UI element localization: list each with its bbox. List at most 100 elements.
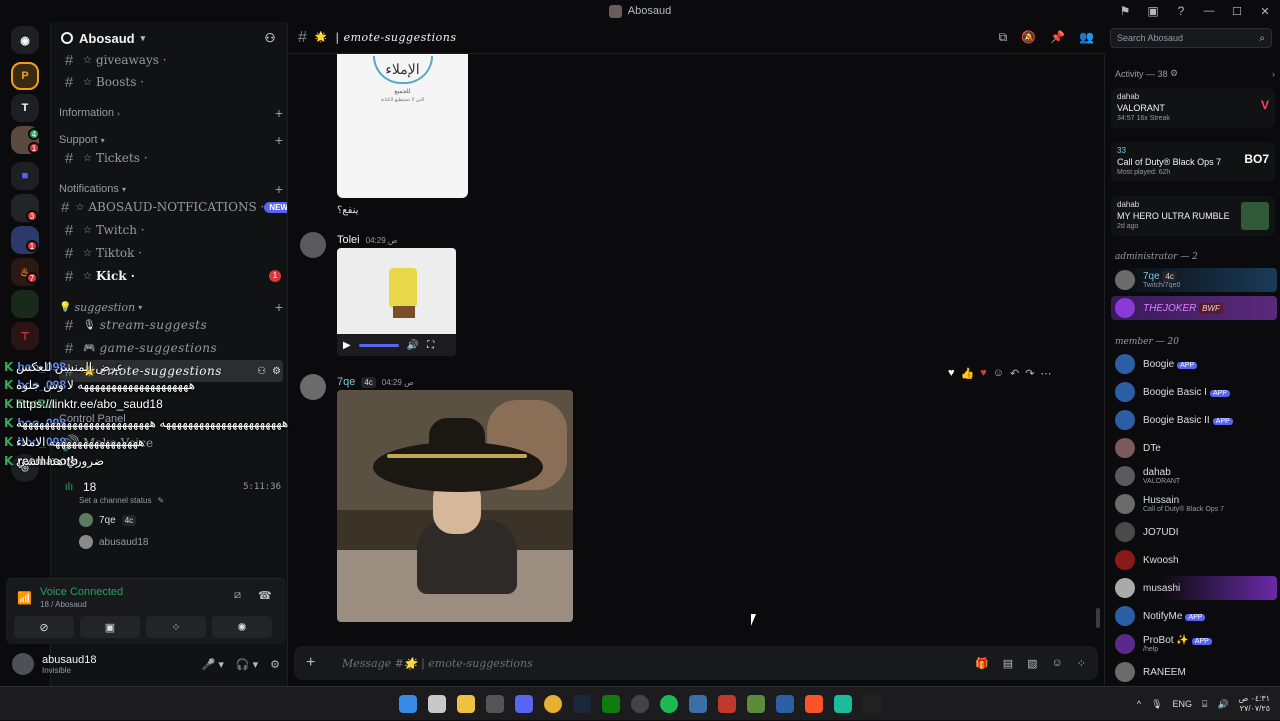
message-input[interactable] bbox=[342, 656, 976, 670]
video-attachment[interactable]: ▶ 🔊 ⛶ bbox=[337, 248, 456, 356]
chevron-up-icon[interactable]: ^ bbox=[1137, 699, 1141, 709]
more-options-icon[interactable]: ⋯ bbox=[1040, 367, 1051, 380]
member-item[interactable]: Boogie Basic I APP bbox=[1111, 380, 1277, 404]
chrome-icon[interactable] bbox=[544, 694, 562, 713]
search-bar[interactable]: ⌕ bbox=[1110, 28, 1272, 48]
search-input[interactable] bbox=[1117, 33, 1260, 43]
attach-plus-icon[interactable]: + bbox=[306, 654, 326, 672]
add-channel-icon[interactable]: + bbox=[275, 181, 283, 197]
member-item[interactable]: musashi bbox=[1111, 576, 1277, 600]
steam-icon[interactable] bbox=[573, 694, 591, 713]
member-list-icon[interactable]: 👥 bbox=[1079, 30, 1094, 45]
network-icon[interactable]: ⌸ bbox=[1202, 699, 1207, 710]
activity-header[interactable]: Activity — 38 ⚙ › bbox=[1115, 68, 1275, 79]
app-teal-icon[interactable] bbox=[834, 694, 852, 713]
channel-boosts[interactable]: # ☆ Boosts · bbox=[59, 71, 283, 93]
app-c-icon[interactable] bbox=[689, 694, 707, 713]
app-green-icon[interactable] bbox=[747, 694, 765, 713]
app-dark-icon[interactable] bbox=[863, 694, 881, 713]
message-author[interactable]: Tolei bbox=[337, 234, 360, 246]
notification-mute-icon[interactable]: 🔕 bbox=[1021, 30, 1036, 45]
message-author[interactable]: 7qe bbox=[337, 376, 355, 388]
channel-stream-suggests[interactable]: # 🎙 stream-suggests bbox=[59, 314, 283, 336]
gif-icon[interactable]: ▤ bbox=[1003, 657, 1013, 670]
member-item[interactable]: NotifyMe APP bbox=[1111, 604, 1277, 628]
sticker-icon[interactable]: ▧ bbox=[1027, 657, 1037, 670]
flag-icon[interactable]: ⚑ bbox=[1118, 4, 1132, 18]
pin-icon[interactable]: 📌 bbox=[1050, 30, 1065, 45]
add-channel-icon[interactable]: + bbox=[275, 105, 283, 121]
channel-game-suggestions[interactable]: # 🎮 game-suggestions bbox=[59, 337, 283, 359]
heart-red-reaction[interactable]: ♥ bbox=[980, 367, 987, 379]
channel-giveaways[interactable]: # ☆ giveaways · bbox=[59, 49, 283, 71]
soundboard-button[interactable]: ✺ bbox=[212, 616, 272, 638]
maximize-button[interactable]: ☐ bbox=[1230, 5, 1244, 18]
member-item[interactable]: Boogie APP bbox=[1111, 352, 1277, 376]
channel-abosaud-notifications[interactable]: # ☆ ABOSAUD-NOTFICATIONS · NEW bbox=[59, 196, 287, 218]
add-channel-icon[interactable]: + bbox=[275, 132, 283, 148]
activity-card[interactable]: dahab VALORANT 34:57 16x Streak V bbox=[1111, 88, 1275, 128]
volume-icon[interactable]: 🔊 bbox=[1217, 699, 1228, 710]
app-red-icon[interactable] bbox=[718, 694, 736, 713]
windows-start-icon[interactable] bbox=[399, 694, 417, 713]
screen-share-button[interactable]: ▣ bbox=[80, 616, 140, 638]
member-item[interactable]: Kwoosh bbox=[1111, 548, 1277, 572]
gift-icon[interactable]: 🎁 bbox=[975, 657, 989, 670]
voice-status-title[interactable]: Voice Connected bbox=[40, 586, 123, 598]
microphone-icon[interactable]: 🎙 bbox=[1151, 699, 1162, 710]
member-item[interactable]: ProBot ✨ APP/help bbox=[1111, 632, 1277, 656]
add-channel-icon[interactable]: + bbox=[275, 299, 283, 315]
server-icon-folder[interactable]: ■ bbox=[11, 162, 39, 190]
gear-icon[interactable]: ⚙ bbox=[272, 366, 281, 377]
play-icon[interactable]: ▶ bbox=[343, 340, 351, 351]
clock[interactable]: ٠٤:٣١ ص ٢٧/٠٧/٢٥ bbox=[1239, 694, 1270, 714]
gear-icon[interactable]: ⚙ bbox=[270, 658, 280, 671]
video-progress-bar[interactable] bbox=[358, 343, 399, 347]
member-item[interactable]: Boogie Basic II APP bbox=[1111, 408, 1277, 432]
app-blue-icon[interactable] bbox=[776, 694, 794, 713]
disconnect-icon[interactable]: ☎ bbox=[258, 589, 272, 602]
channel-kick[interactable]: # ☆ Kick · 1 bbox=[59, 265, 283, 287]
image-attachment-hamster[interactable] bbox=[337, 390, 573, 622]
member-item[interactable]: dahab VALORANT bbox=[1111, 464, 1277, 488]
store-icon[interactable] bbox=[428, 694, 446, 713]
member-item[interactable]: 7qe 4c Twitch/7qe0 bbox=[1111, 268, 1277, 292]
headphones-icon[interactable]: 🎧 ▾ bbox=[236, 658, 258, 671]
obs-icon[interactable] bbox=[631, 694, 649, 713]
avatar[interactable] bbox=[300, 232, 326, 258]
invite-icon[interactable]: ⚇ bbox=[257, 366, 266, 377]
server-icon-t[interactable]: T bbox=[11, 94, 39, 122]
invite-people-icon[interactable]: ⚇ bbox=[263, 31, 277, 45]
noise-suppression-icon[interactable]: ⧄ bbox=[234, 589, 241, 602]
member-item[interactable]: Hussain Call of Duty® Black Ops 7 bbox=[1111, 492, 1277, 516]
forward-icon[interactable]: ↷ bbox=[1025, 367, 1034, 380]
scrollbar[interactable] bbox=[1096, 608, 1100, 628]
category-information[interactable]: Information › + bbox=[59, 104, 283, 122]
server-icon-9[interactable]: ⊤ bbox=[11, 322, 39, 350]
file-explorer-icon[interactable] bbox=[457, 694, 475, 713]
channel-twitch[interactable]: # ☆ Twitch · bbox=[59, 219, 283, 241]
member-item[interactable]: DTe bbox=[1111, 436, 1277, 460]
spotify-icon[interactable] bbox=[660, 694, 678, 713]
emoji-icon[interactable]: ☺ bbox=[1052, 657, 1063, 670]
avatar[interactable] bbox=[12, 653, 34, 675]
member-item[interactable]: RANEEM bbox=[1111, 660, 1277, 684]
discord-icon[interactable] bbox=[515, 694, 533, 713]
avatar[interactable] bbox=[300, 374, 326, 400]
language-indicator[interactable]: ENG bbox=[1173, 699, 1193, 709]
heart-white-reaction[interactable]: ♥ bbox=[948, 367, 955, 379]
activity-card[interactable]: dahab MY HERO ULTRA RUMBLE 2d ago bbox=[1111, 196, 1275, 236]
voice-channel-status[interactable]: Set a channel status ✎ bbox=[79, 496, 164, 505]
xbox-icon[interactable] bbox=[602, 694, 620, 713]
server-icon-p[interactable]: P bbox=[11, 62, 39, 90]
channel-tickets[interactable]: # ☆ Tickets · bbox=[59, 147, 283, 169]
settings-icon[interactable] bbox=[486, 694, 504, 713]
brave-icon[interactable] bbox=[805, 694, 823, 713]
thumbs-up-reaction[interactable]: 👍 bbox=[961, 367, 975, 380]
fullscreen-icon[interactable]: ⛶ bbox=[427, 340, 434, 351]
voice-user-7qe[interactable]: 7qe 4c bbox=[79, 513, 137, 527]
activities-button[interactable]: ⁘ bbox=[146, 616, 206, 638]
member-item[interactable]: JO7UDI bbox=[1111, 520, 1277, 544]
server-icon-8[interactable] bbox=[11, 290, 39, 318]
minimize-button[interactable]: — bbox=[1202, 5, 1216, 17]
